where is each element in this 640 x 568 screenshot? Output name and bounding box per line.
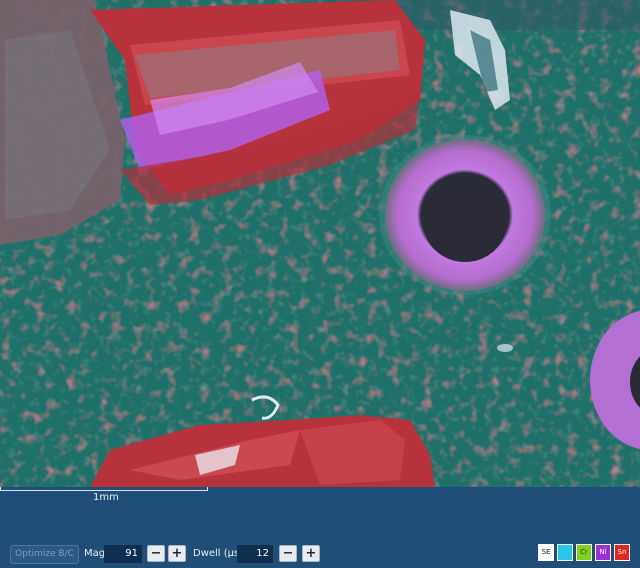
sem-image-viewport[interactable] xyxy=(0,0,640,487)
detector-cr-label: Cr xyxy=(580,548,588,556)
mag-increase-button[interactable]: + xyxy=(168,545,186,562)
bottom-toolbar: Optimize B/C Mag 91 − + Dwell (μs) 12 − … xyxy=(0,540,640,568)
dwell-label: Dwell (μs) xyxy=(193,548,244,559)
scale-bar-tick-right xyxy=(207,487,208,491)
eds-map-image xyxy=(0,0,640,487)
scale-bar-line xyxy=(0,490,207,491)
dwell-increase-button[interactable]: + xyxy=(302,545,320,562)
detector-ni-toggle[interactable]: Ni xyxy=(595,544,611,561)
detector-sn-toggle[interactable]: Sn xyxy=(614,544,630,561)
mag-label: Mag xyxy=(84,548,106,559)
detector-c-label: C xyxy=(562,548,568,556)
scale-bar-tick-left xyxy=(0,487,1,491)
dwell-decrease-button[interactable]: − xyxy=(279,545,297,562)
detector-ni-label: Ni xyxy=(599,548,607,556)
detector-se-label: SE xyxy=(541,548,551,556)
mag-input[interactable]: 91 xyxy=(104,545,142,563)
dwell-input[interactable]: 12 xyxy=(237,545,273,563)
mag-decrease-button[interactable]: − xyxy=(147,545,165,562)
detector-cr-toggle[interactable]: Cr xyxy=(576,544,592,561)
scale-bar-label: 1mm xyxy=(93,492,119,503)
scale-bar: 1mm xyxy=(0,487,640,505)
optimize-bc-button[interactable]: Optimize B/C xyxy=(10,545,79,564)
detector-c-toggle[interactable]: C xyxy=(557,544,573,561)
detector-se-toggle[interactable]: SE xyxy=(538,544,554,561)
detector-sn-label: Sn xyxy=(617,548,627,556)
